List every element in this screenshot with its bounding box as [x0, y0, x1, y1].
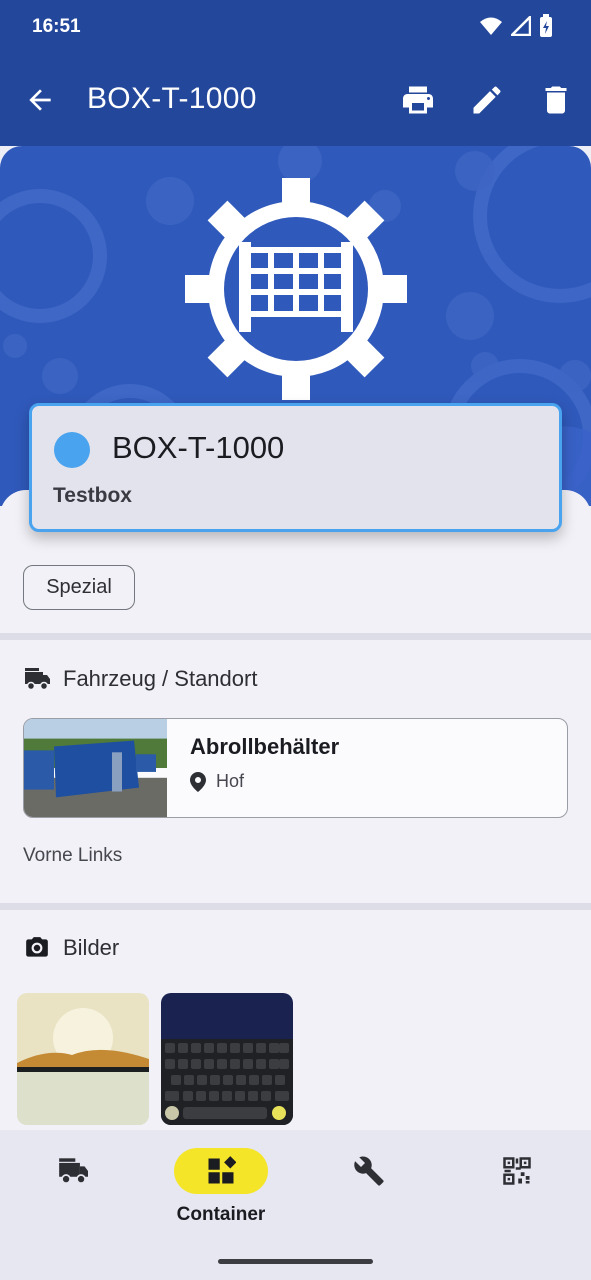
nav-pill	[470, 1148, 564, 1194]
vehicle-photo	[24, 719, 167, 817]
divider	[0, 903, 591, 910]
nav-item-qr-scan[interactable]	[470, 1148, 564, 1238]
print-icon[interactable]	[400, 82, 436, 118]
image-thumbnail[interactable]	[161, 993, 293, 1125]
vehicle-location: Hof	[190, 771, 244, 792]
container-name: BOX-T-1000	[112, 430, 285, 465]
container-gear-logo-icon	[185, 178, 407, 400]
position-note: Vorne Links	[23, 845, 123, 866]
nav-item-maintenance[interactable]	[322, 1148, 416, 1238]
vehicle-section-header: Fahrzeug / Standort	[23, 666, 257, 692]
container-grid-icon	[208, 1156, 236, 1184]
fire-truck-icon	[59, 1158, 88, 1184]
nav-label-container: Container	[176, 1204, 266, 1225]
status-bar: 16:51	[0, 0, 591, 54]
battery-charging-icon	[540, 14, 552, 37]
page-title: BOX-T-1000	[87, 82, 257, 115]
qr-code-icon	[503, 1157, 531, 1185]
container-title-card: BOX-T-1000 Testbox	[29, 403, 562, 532]
status-dot	[54, 432, 90, 468]
location-pin-icon	[190, 771, 206, 792]
divider	[0, 633, 591, 640]
container-description: Testbox	[53, 484, 132, 507]
images-section-header: Bilder	[23, 935, 119, 961]
wifi-icon	[480, 17, 502, 35]
tag-chip[interactable]: Spezial	[23, 565, 135, 610]
status-icons	[479, 14, 553, 38]
keyboard-screenshot-photo	[161, 993, 293, 1125]
signal-icon	[511, 16, 531, 36]
fire-truck-icon	[25, 668, 50, 691]
nav-pill	[322, 1148, 416, 1194]
home-indicator[interactable]	[218, 1259, 373, 1264]
nav-pill	[26, 1148, 120, 1194]
vehicle-card[interactable]: Abrollbehälter Hof	[23, 718, 568, 818]
back-arrow-icon[interactable]	[24, 84, 56, 116]
nav-item-vehicles[interactable]	[26, 1148, 120, 1238]
wrench-icon	[354, 1156, 384, 1186]
nav-item-container[interactable]: Container	[174, 1148, 268, 1238]
image-thumbnail[interactable]	[17, 993, 149, 1125]
vehicle-location-label: Hof	[216, 771, 245, 791]
bottom-navigation: Container	[0, 1130, 591, 1280]
landscape-photo	[17, 993, 149, 1125]
app-bar: BOX-T-1000	[0, 54, 591, 146]
status-time: 16:51	[32, 16, 81, 37]
vehicle-name: Abrollbehälter	[190, 734, 340, 759]
images-section-title: Bilder	[63, 935, 120, 960]
camera-icon	[26, 937, 48, 957]
delete-icon[interactable]	[538, 82, 574, 118]
vehicle-section-title: Fahrzeug / Standort	[63, 666, 258, 691]
nav-pill-active	[174, 1148, 268, 1194]
edit-icon[interactable]	[469, 82, 505, 118]
